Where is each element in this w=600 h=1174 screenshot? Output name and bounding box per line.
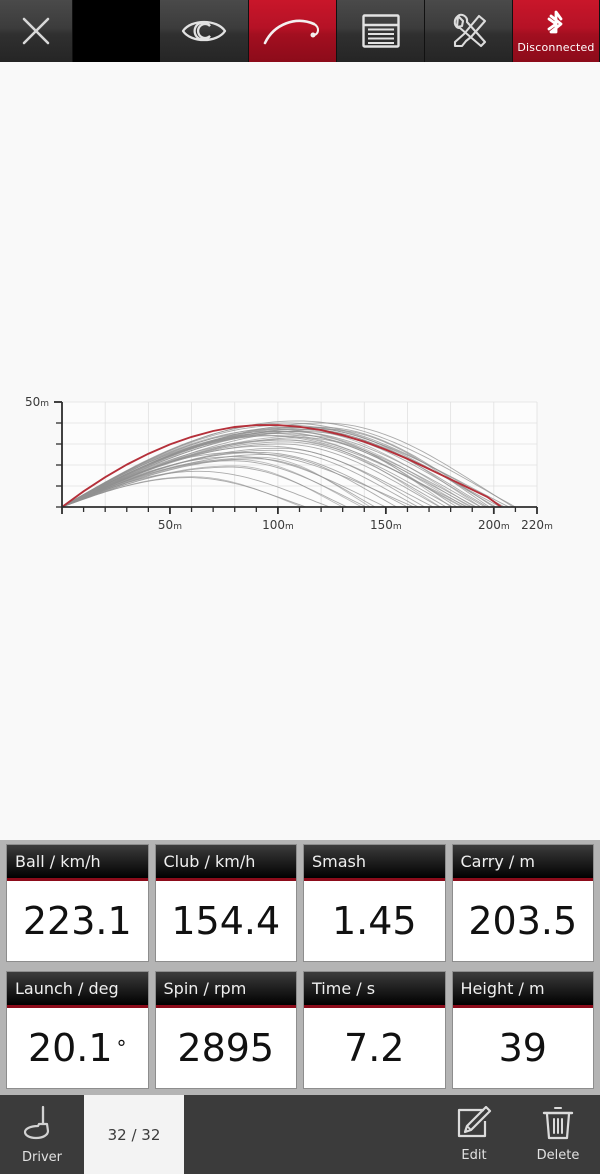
metric-cell-spin[interactable]: Spin / rpm 2895: [154, 971, 297, 1089]
club-selector-button[interactable]: Driver: [0, 1095, 84, 1174]
metric-cell-smash[interactable]: Smash 1.45: [303, 844, 446, 962]
metric-header: Time / s: [304, 972, 445, 1008]
tab-list[interactable]: [337, 0, 425, 62]
trajectory-chart-svg: 50m 100m 150m 200m 220m 50m: [25, 395, 553, 532]
metric-value-text: 20.1: [27, 1026, 113, 1070]
metric-value-text: 154.4: [171, 899, 281, 943]
metric-value-text: 1.45: [331, 899, 417, 943]
chart-area[interactable]: 50m 100m 150m 200m 220m 50m: [0, 62, 600, 840]
metric-header-label: Launch / deg: [15, 979, 119, 998]
metric-header-label: Height / m: [460, 979, 545, 998]
metric-header-label: Ball / km/h: [15, 852, 101, 871]
metric-header: Spin / rpm: [155, 972, 296, 1008]
svg-text:150m: 150m: [370, 518, 402, 532]
metric-value: 203.5: [452, 881, 593, 961]
metric-value-text: 39: [498, 1026, 547, 1070]
bottom-bar-spacer: [184, 1095, 432, 1174]
metric-header-label: Time / s: [312, 979, 376, 998]
bluetooth-status-button[interactable]: Disconnected: [513, 0, 600, 62]
club-label: Driver: [21, 1150, 62, 1165]
top-toolbar: Disconnected: [0, 0, 600, 62]
svg-text:220m: 220m: [521, 518, 553, 532]
metric-value: 20.1 °: [7, 1008, 148, 1088]
delete-label: Delete: [536, 1148, 580, 1163]
tools-wrench-screwdriver-icon: [449, 12, 489, 50]
metric-cell-carry[interactable]: Carry / m 203.5: [451, 844, 594, 962]
list-table-icon: [361, 13, 401, 49]
trajectory-chart[interactable]: 50m 100m 150m 200m 220m 50m: [0, 372, 600, 532]
metric-cell-ball-speed[interactable]: Ball / km/h 223.1: [6, 844, 149, 962]
svg-text:200m: 200m: [478, 518, 510, 532]
metric-value-text: 203.5: [468, 899, 578, 943]
metric-cell-club-speed[interactable]: Club / km/h 154.4: [154, 844, 297, 962]
svg-text:100m: 100m: [262, 518, 294, 532]
toolbar-gap: [73, 0, 160, 62]
metric-cell-height[interactable]: Height / m 39: [451, 971, 594, 1089]
metric-header: Launch / deg: [7, 972, 148, 1008]
metric-header-label: Club / km/h: [163, 852, 256, 871]
metric-cell-time[interactable]: Time / s 7.2: [303, 971, 446, 1089]
metric-value-text: 2895: [177, 1026, 275, 1070]
metric-value: 223.1: [7, 881, 148, 961]
metric-value-suffix: °: [116, 1036, 127, 1060]
close-x-icon: [19, 14, 53, 48]
tab-tools[interactable]: [425, 0, 513, 62]
bluetooth-status-label: Disconnected: [517, 41, 595, 54]
shot-counter[interactable]: 32 / 32: [84, 1095, 184, 1174]
svg-text:50m: 50m: [25, 395, 49, 409]
metric-header: Height / m: [452, 972, 593, 1008]
trajectory-curve-icon: [262, 14, 324, 48]
metric-cell-launch-angle[interactable]: Launch / deg 20.1 °: [6, 971, 149, 1089]
metric-header-label: Spin / rpm: [163, 979, 247, 998]
edit-button[interactable]: Edit: [432, 1095, 516, 1174]
golf-driver-icon: [21, 1104, 63, 1148]
metric-value: 7.2: [304, 1008, 445, 1088]
metrics-table: Ball / km/h 223.1 Club / km/h 154.4 Smas…: [0, 840, 600, 1095]
metric-value: 1.45: [304, 881, 445, 961]
tab-trajectory[interactable]: [249, 0, 337, 62]
metric-value-text: 223.1: [22, 899, 132, 943]
metric-value-text: 7.2: [344, 1026, 405, 1070]
delete-button[interactable]: Delete: [516, 1095, 600, 1174]
metric-header: Ball / km/h: [7, 845, 148, 881]
eye-icon: [180, 14, 228, 48]
metric-header-label: Smash: [312, 852, 367, 871]
metric-header: Carry / m: [452, 845, 593, 881]
metric-value: 2895: [155, 1008, 296, 1088]
metric-value: 154.4: [155, 881, 296, 961]
metric-header-label: Carry / m: [460, 852, 535, 871]
metric-value: 39: [452, 1008, 593, 1088]
metrics-row-2: Launch / deg 20.1 ° Spin / rpm 2895 Time…: [3, 971, 597, 1089]
edit-pencil-icon: [455, 1105, 493, 1146]
svg-text:50m: 50m: [158, 518, 182, 532]
bluetooth-icon: [543, 8, 569, 40]
bottom-bar: Driver 32 / 32 Edit Delete: [0, 1095, 600, 1174]
metric-header: Smash: [304, 845, 445, 881]
metric-header: Club / km/h: [155, 845, 296, 881]
metrics-row-1: Ball / km/h 223.1 Club / km/h 154.4 Smas…: [3, 844, 597, 962]
shot-counter-label: 32 / 32: [107, 1125, 161, 1144]
trash-can-icon: [541, 1106, 575, 1146]
view-button[interactable]: [160, 0, 249, 62]
edit-label: Edit: [461, 1148, 487, 1163]
close-button[interactable]: [0, 0, 73, 62]
